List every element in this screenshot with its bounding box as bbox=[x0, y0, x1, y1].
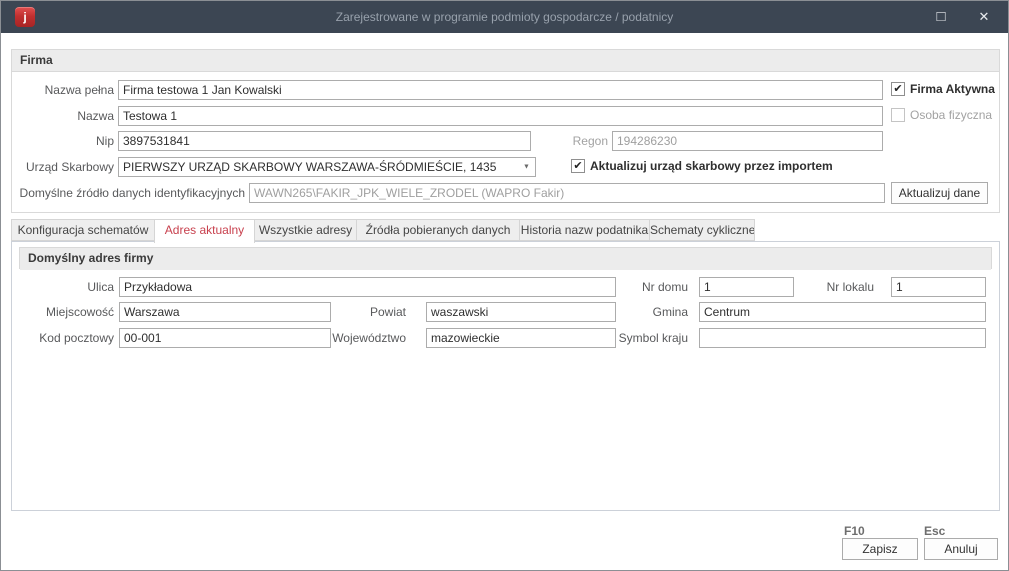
adres-groupbox: Domyślny adres firmy bbox=[19, 247, 992, 269]
adres-group-header: Domyślny adres firmy bbox=[20, 248, 991, 270]
nazwa-pelna-input[interactable] bbox=[118, 80, 883, 100]
osoba-fizyczna-label: Osoba fizyczna bbox=[910, 108, 992, 124]
titlebar: j Zarejestrowane w programie podmioty go… bbox=[1, 1, 1008, 33]
tab-historia-nazw-podatnika[interactable]: Historia nazw podatnika bbox=[519, 219, 650, 241]
check-icon: ✔ bbox=[573, 160, 582, 172]
urzad-skarbowy-label: Urząd Skarbowy bbox=[11, 157, 114, 177]
nr-lokalu-label: Nr lokalu bbox=[801, 277, 874, 297]
nazwa-pelna-label: Nazwa pełna bbox=[11, 80, 114, 100]
osoba-fizyczna-checkbox[interactable] bbox=[891, 108, 905, 122]
ulica-label: Ulica bbox=[11, 277, 114, 297]
kod-pocztowy-input[interactable] bbox=[119, 328, 331, 348]
powiat-input[interactable] bbox=[426, 302, 616, 322]
firma-group-header: Firma bbox=[12, 50, 999, 72]
regon-input[interactable] bbox=[612, 131, 883, 151]
aktualizuj-urzad-label: Aktualizuj urząd skarbowy przez importem bbox=[590, 159, 833, 175]
nr-lokalu-input[interactable] bbox=[891, 277, 986, 297]
tab-wszystkie-adresy[interactable]: Wszystkie adresy bbox=[254, 219, 357, 241]
window-title: Zarejestrowane w programie podmioty gosp… bbox=[1, 1, 1008, 33]
kod-pocztowy-label: Kod pocztowy bbox=[11, 328, 114, 348]
nr-domu-input[interactable] bbox=[699, 277, 794, 297]
cancel-button[interactable]: Anuluj bbox=[924, 538, 998, 560]
nip-label: Nip bbox=[11, 131, 114, 151]
nip-input[interactable] bbox=[118, 131, 531, 151]
miejscowosc-label: Miejscowość bbox=[11, 302, 114, 322]
wojewodztwo-label: Województwo bbox=[321, 328, 406, 348]
symbol-kraju-label: Symbol kraju bbox=[601, 328, 688, 348]
save-key-hint: F10 bbox=[844, 524, 865, 538]
dialog-window: j Zarejestrowane w programie podmioty go… bbox=[0, 0, 1009, 571]
firma-aktywna-checkbox[interactable]: ✔ bbox=[891, 82, 905, 96]
check-icon: ✔ bbox=[893, 83, 902, 95]
gmina-label: Gmina bbox=[621, 302, 688, 322]
close-button[interactable]: ✕ bbox=[967, 1, 1001, 33]
nazwa-label: Nazwa bbox=[11, 106, 114, 126]
save-button[interactable]: Zapisz bbox=[842, 538, 918, 560]
tab-zrodla-pobieranych-danych[interactable]: Źródła pobieranych danych bbox=[356, 219, 520, 241]
regon-label: Regon bbox=[541, 131, 608, 151]
gmina-input[interactable] bbox=[699, 302, 986, 322]
urzad-skarbowy-select[interactable]: PIERWSZY URZĄD SKARBOWY WARSZAWA-ŚRÓDMIE… bbox=[118, 157, 536, 177]
tab-schematy-cykliczne[interactable]: Schematy cykliczne bbox=[649, 219, 755, 241]
nr-domu-label: Nr domu bbox=[621, 277, 688, 297]
miejscowosc-input[interactable] bbox=[119, 302, 331, 322]
tab-konfiguracja-schematow[interactable]: Konfiguracja schematów bbox=[11, 219, 155, 241]
urzad-skarbowy-value: PIERWSZY URZĄD SKARBOWY WARSZAWA-ŚRÓDMIE… bbox=[123, 160, 496, 174]
tab-adres-aktualny[interactable]: Adres aktualny bbox=[154, 219, 255, 243]
powiat-label: Powiat bbox=[341, 302, 406, 322]
symbol-kraju-input[interactable] bbox=[699, 328, 986, 348]
aktualizuj-urzad-checkbox[interactable]: ✔ bbox=[571, 159, 585, 173]
maximize-button[interactable]: □ bbox=[924, 1, 958, 33]
wojewodztwo-input[interactable] bbox=[426, 328, 616, 348]
firma-aktywna-label: Firma Aktywna bbox=[910, 82, 995, 98]
cancel-key-hint: Esc bbox=[924, 524, 945, 538]
zrodlo-label: Domyślne źródło danych identyfikacyjnych bbox=[11, 183, 245, 203]
nazwa-input[interactable] bbox=[118, 106, 883, 126]
ulica-input[interactable] bbox=[119, 277, 616, 297]
aktualizuj-dane-button[interactable]: Aktualizuj dane bbox=[891, 182, 988, 204]
chevron-down-icon: ▼ bbox=[523, 161, 530, 174]
zrodlo-input[interactable] bbox=[249, 183, 885, 203]
